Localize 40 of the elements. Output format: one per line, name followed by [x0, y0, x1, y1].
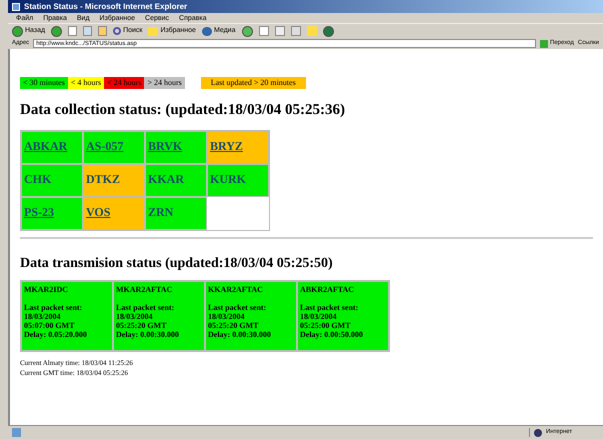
legend-item: > 24 hours	[144, 77, 185, 89]
section-heading: Data transmision status (updated:18/03/04 05:25:50)	[20, 254, 334, 272]
link-detail: Last packet sent:	[300, 302, 360, 312]
station-link[interactable]: ABKAR	[24, 138, 68, 152]
link-detail: Delay: 0.00:50.000	[300, 330, 364, 338]
link-detail: Last packet sent:	[208, 302, 268, 312]
station-link[interactable]: BRVK	[148, 138, 182, 152]
legend-item: < 30 minutes	[20, 77, 68, 89]
station-link[interactable]: BRYZ	[210, 138, 243, 152]
station-code: KKAR	[148, 172, 184, 186]
station-link[interactable]: PS-23	[24, 204, 54, 218]
link-detail: 05:07:00 GMT	[24, 320, 76, 330]
section-heading: Data collection status: (updated:18/03/04 05:25:36)	[20, 101, 346, 120]
station-code: CHK	[24, 172, 52, 186]
station-code: ZRN	[148, 204, 174, 218]
legend-item: < 24 hours	[104, 77, 144, 89]
window-title: Station Status - Microsoft Internet Explorer	[24, 2, 188, 10]
search-icon	[113, 27, 122, 35]
link-detail: Delay: 0.00:30.000	[208, 330, 272, 338]
link-detail: 05:25:20 GMT	[116, 320, 168, 330]
link-detail: 18/03/2004	[116, 312, 152, 320]
link-detail: Last packet sent:	[116, 302, 176, 312]
legend-item: < 4 hours	[68, 77, 104, 89]
station-code: KURK	[210, 172, 246, 186]
legend-item: Last updated > 20 minutes	[200, 77, 306, 89]
link-name: MKAR2IDC	[24, 284, 69, 294]
link-name: MKAR2AFTAC	[116, 284, 174, 294]
link-detail: Last packet sent:	[24, 302, 84, 312]
link-detail: 05:25:00 GMT	[300, 320, 352, 330]
station-code: DTKZ	[86, 172, 120, 186]
station-link[interactable]: VOS	[86, 204, 110, 218]
link-name: KKAR2AFTAC	[208, 284, 264, 294]
link-detail: Delay: 0.05:20.000	[24, 330, 88, 338]
link-name: ABKR2AFTAC	[300, 284, 356, 294]
link-detail: 18/03/2004	[208, 312, 244, 320]
link-detail: 18/03/2004	[24, 312, 60, 320]
station-link[interactable]: AS-057	[86, 138, 124, 152]
link-detail: Delay: 0.00:30.000	[116, 330, 180, 338]
link-detail: 18/03/2004	[300, 312, 336, 320]
link-detail: 05:25:20 GMT	[208, 320, 260, 330]
